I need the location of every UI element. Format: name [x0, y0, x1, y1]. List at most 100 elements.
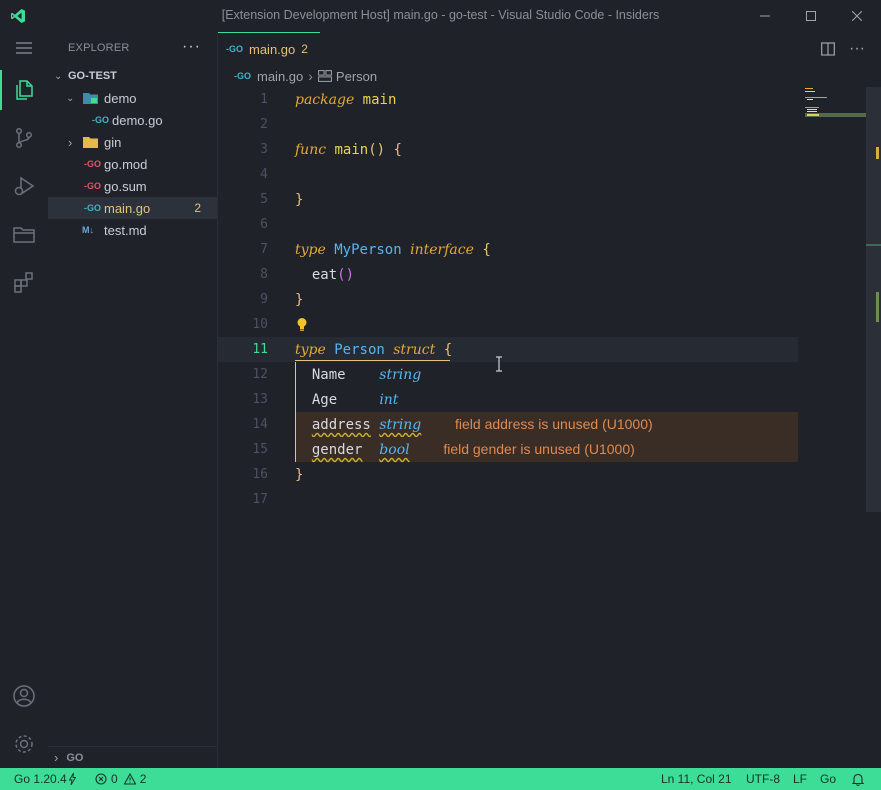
tab-main-go[interactable]: -GO main.go 2 [218, 32, 320, 65]
tree-item-label: test.md [104, 222, 147, 238]
tree-item-demo[interactable]: ⌄ demo [48, 87, 217, 109]
tree-item-label: go.mod [104, 156, 148, 172]
punctuation: () [337, 266, 355, 283]
tree-item-go-mod[interactable]: -GO go.mod [48, 153, 217, 175]
editor-tabs: -GO main.go 2 ··· [218, 32, 881, 65]
code-line: 5 } [218, 187, 798, 212]
code-line: 13 Age int [218, 387, 798, 412]
code-line: 12 Name string [218, 362, 798, 387]
extensions-icon [14, 272, 33, 293]
settings-button[interactable] [0, 720, 48, 768]
field-name: Name [311, 366, 346, 383]
punctuation: } [295, 191, 304, 208]
chevron-down-icon: ⌄ [66, 92, 75, 104]
minimap[interactable] [805, 87, 867, 127]
punctuation: } [295, 291, 304, 308]
code-line: 6 [218, 212, 798, 237]
markdown-file-icon: M↓ [82, 225, 94, 235]
type-name: Person [334, 341, 385, 358]
status-bar: Go 1.20.4 0 2 Ln 11, Col 21 UTF-8 LF Go [0, 768, 881, 790]
bracket-guide [295, 360, 450, 361]
type-name: bool [379, 442, 410, 458]
line-number: 8 [260, 267, 268, 282]
run-debug-button[interactable] [0, 162, 48, 210]
go-file-icon: -GO [92, 115, 109, 125]
punctuation: () { [368, 141, 402, 158]
tree-item-demo-go[interactable]: -GO demo.go [48, 109, 217, 131]
code-line-warning: 14 address string field address is unuse… [218, 412, 798, 437]
account-button[interactable] [0, 672, 48, 720]
go-version: Go 1.20.4 [14, 772, 67, 786]
vertical-scrollbar[interactable] [866, 87, 881, 768]
go-version-indicator[interactable]: Go 1.20.4 [14, 768, 76, 790]
breadcrumb-file[interactable]: main.go [257, 69, 303, 84]
line-number: 13 [252, 392, 268, 407]
code-line: 3 func main() { [218, 137, 798, 162]
go-mod-file-icon: -GO [84, 159, 101, 169]
code-line: 1 package main [218, 87, 798, 112]
tree-item-label: gin [104, 134, 122, 150]
tree-root-label: GO-TEST [68, 70, 117, 82]
maximize-button[interactable] [788, 0, 834, 32]
extensions-button[interactable] [0, 258, 48, 306]
warning-icon [123, 773, 136, 785]
code-line: 4 [218, 162, 798, 187]
indent-guide [295, 362, 296, 462]
go-section-header[interactable]: › GO [48, 746, 217, 768]
explorer-button[interactable] [0, 66, 48, 114]
tree-item-go-sum[interactable]: -GO go.sum [48, 175, 217, 197]
line-number: 3 [260, 142, 268, 157]
tree-item-label: demo [104, 90, 137, 106]
line-number: 12 [252, 367, 268, 382]
code-line: 17 [218, 487, 798, 512]
sidebar-header: EXPLORER ··· [48, 32, 217, 64]
tree-item-gin[interactable]: › gin [48, 131, 217, 153]
lightbulb-icon[interactable] [296, 317, 308, 332]
lightning-icon [68, 773, 76, 785]
chevron-right-icon: › [54, 750, 59, 765]
punctuation: { [482, 241, 491, 258]
code-line-warning: 15 gender bool field gender is unused (U… [218, 437, 798, 462]
notifications-button[interactable] [852, 768, 864, 790]
inline-diagnostic: field address is unused (U1000) [455, 416, 653, 432]
line-number: 11 [252, 342, 268, 357]
maximize-icon [806, 11, 816, 21]
field-name: Age [311, 391, 338, 408]
go-file-icon: -GO [226, 44, 243, 54]
tree-item-main-go[interactable]: -GO main.go 2 [48, 197, 217, 219]
type-name: MyPerson [334, 241, 402, 258]
tree-item-test-md[interactable]: M↓ test.md [48, 219, 217, 241]
tree-root-go-test[interactable]: ⌄ GO-TEST [48, 65, 217, 87]
struct-symbol-icon [318, 70, 332, 82]
code-line: 16 } [218, 462, 798, 487]
source-control-button[interactable] [0, 114, 48, 162]
menu-button[interactable] [0, 24, 48, 72]
code-line: 2 [218, 112, 798, 137]
problems-indicator[interactable]: 0 2 [95, 768, 146, 790]
code-line-current: 11 type Person struct { [218, 337, 798, 362]
code-editor[interactable]: 1 package main 2 3 func main() { 4 5 } 6… [218, 87, 866, 768]
folder-button[interactable] [0, 210, 48, 258]
keyword: struct [393, 341, 436, 358]
field-name: address [311, 417, 371, 433]
minimize-button[interactable] [742, 0, 788, 32]
breadcrumb-symbol[interactable]: Person [336, 69, 377, 84]
close-button[interactable] [834, 0, 880, 32]
eol-indicator[interactable]: LF [793, 768, 807, 790]
breadcrumb: -GO main.go › Person [218, 65, 881, 87]
cursor-position[interactable]: Ln 11, Col 21 [661, 768, 732, 790]
code-line: 10 [218, 312, 798, 337]
run-debug-icon [14, 176, 35, 196]
split-editor-icon[interactable] [821, 41, 835, 56]
warning-marker [876, 292, 879, 322]
more-actions-icon[interactable]: ··· [182, 38, 201, 56]
encoding-indicator[interactable]: UTF-8 [746, 768, 780, 790]
more-actions-icon[interactable]: ··· [849, 40, 865, 58]
language-indicator[interactable]: Go [820, 768, 836, 790]
error-icon [95, 773, 107, 785]
error-count: 0 [111, 772, 118, 786]
warning-count: 2 [139, 772, 147, 786]
line-number: 2 [260, 117, 268, 132]
keyword: func [295, 141, 327, 158]
cursor-marker [866, 244, 881, 246]
